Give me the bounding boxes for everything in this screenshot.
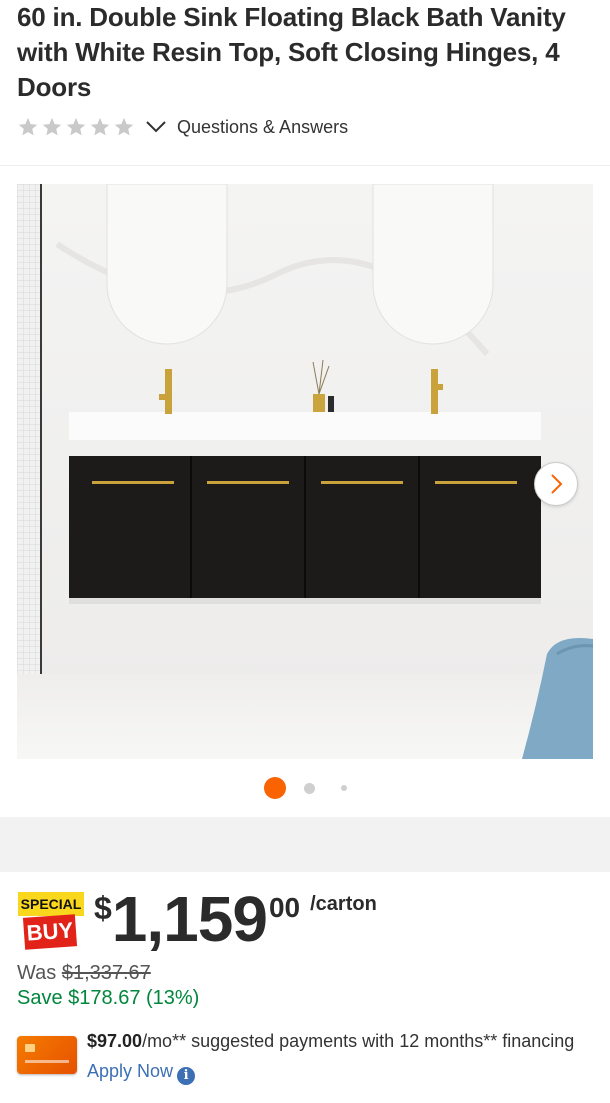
price: $ 1,159 00 /carton (94, 884, 377, 954)
section-divider (0, 817, 610, 872)
star-rating[interactable] (17, 116, 135, 138)
gallery-dot[interactable] (303, 782, 315, 794)
card-chip (25, 1044, 35, 1052)
was-price: $1,337.67 (61, 962, 151, 984)
star-icon (90, 117, 110, 136)
price-currency: $ (94, 890, 112, 926)
gallery-dot-active[interactable] (263, 777, 286, 799)
questions-answers-link[interactable]: Questions & Answers (177, 117, 348, 138)
card-stripe (25, 1060, 69, 1063)
gallery-pagination (0, 776, 610, 800)
product-title: 60 in. Double Sink Floating Black Bath V… (17, 2, 566, 102)
star-icon (18, 117, 38, 136)
credit-card-icon (17, 1036, 77, 1074)
financing-text: $97.00/mo** suggested payments with 12 m… (87, 1026, 587, 1086)
rating-row: Questions & Answers (17, 114, 348, 140)
buy-label: BUY (22, 914, 78, 950)
product-image[interactable] (17, 184, 593, 759)
chevron-down-icon (146, 121, 166, 133)
star-icon (114, 117, 134, 136)
star-icon (42, 117, 62, 136)
was-price-row: Was $1,337.67 (17, 962, 151, 985)
special-label: SPECIAL (18, 892, 84, 916)
gallery-dot[interactable] (340, 785, 347, 791)
chevron-right-icon (551, 474, 563, 494)
savings-text: Save $178.67 (13%) (17, 987, 200, 1009)
star-icon (66, 117, 86, 136)
image-gallery (0, 165, 610, 817)
financing-offer: $97.00/mo** suggested payments with 12 m… (17, 1026, 597, 1086)
financing-terms: /mo** suggested payments with 12 months*… (142, 1031, 575, 1051)
apply-now-link[interactable]: Apply Now (87, 1061, 173, 1081)
special-buy-badge: SPECIAL BUY (18, 892, 84, 950)
price-section: SPECIAL BUY $ 1,159 00 /carton Was $1,33… (0, 872, 610, 1103)
price-cents: 00 (268, 892, 301, 923)
was-label: Was (17, 962, 62, 984)
next-image-button[interactable] (534, 462, 578, 506)
vanity-photo (17, 184, 593, 759)
rating-dropdown-button[interactable] (143, 114, 169, 140)
financing-amount: $97.00 (87, 1031, 143, 1051)
price-dollars: 1,159 (111, 883, 268, 955)
product-title-block: 60 in. Double Sink Floating Black Bath V… (17, 0, 597, 105)
info-icon[interactable]: i (177, 1067, 196, 1085)
price-unit: /carton (310, 893, 377, 915)
